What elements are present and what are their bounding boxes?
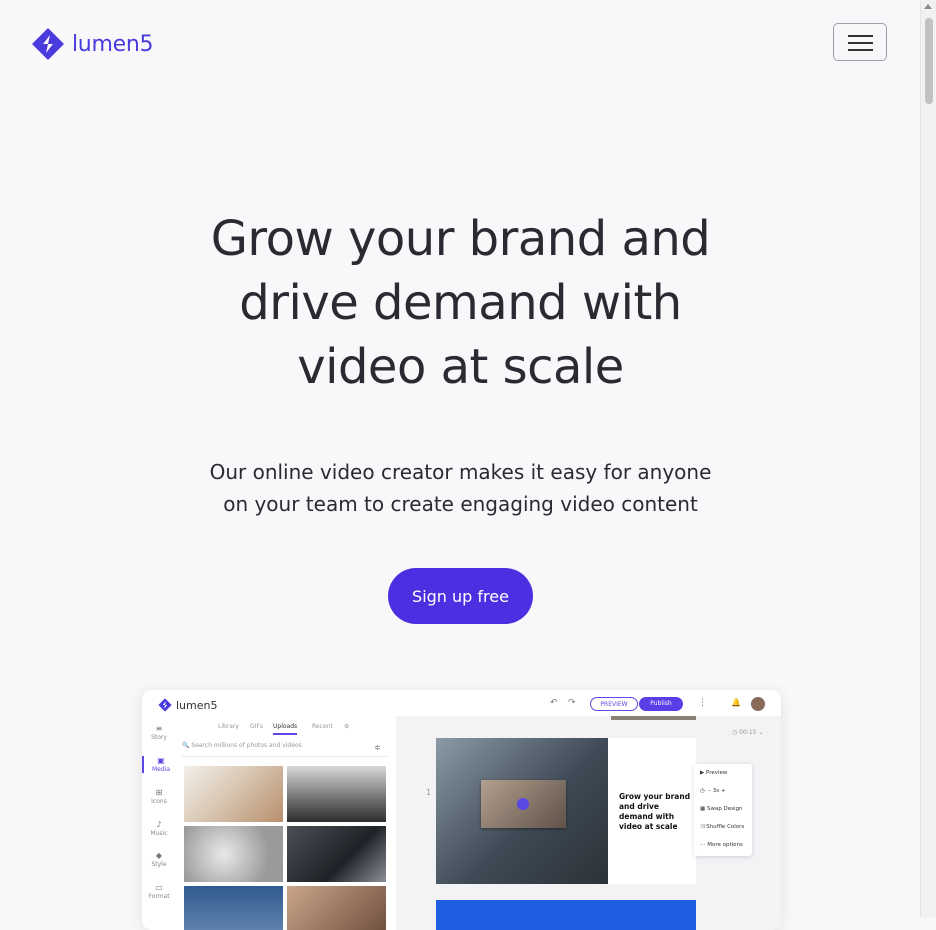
product-mockup: lumen5 ↶ ↷ PREVIEW Publish ⋮ 🔔 ≡ Story ▣ M… (142, 690, 781, 930)
avatar (751, 697, 765, 711)
filter-icon: ≑ (374, 743, 381, 752)
hero-title-line: Grow your brand and (210, 211, 711, 267)
mockup-tab-recent: Recent (312, 723, 333, 730)
sign-up-free-button[interactable]: Sign up free (388, 568, 533, 624)
ctx-preview: ▶ Preview (700, 770, 728, 776)
ctx-swap-design: ▦ Swap Design (700, 806, 743, 812)
ctx-more-options: ⋯ More options (700, 842, 743, 848)
ctx-duration: ◷ – 3s + (700, 788, 726, 794)
stepper-value: 3s (712, 788, 720, 794)
mockup-tab-uploads: Uploads (273, 723, 298, 735)
media-thumbnail (184, 766, 283, 822)
slide-text: Grow your brand and drive demand with vi… (619, 792, 691, 831)
mockup-sidebar-story: ≡ Story (142, 724, 176, 741)
previous-slide-strip (611, 716, 696, 720)
media-thumbnail (287, 766, 386, 822)
page-scrollbar[interactable] (920, 0, 936, 917)
hero-subtitle: Our online video creator makes it easy f… (0, 456, 921, 520)
sidebar-label: Music (150, 830, 168, 837)
slide-photo (436, 738, 608, 884)
sidebar-label: Story (151, 734, 167, 741)
scroll-thumb[interactable] (925, 18, 933, 104)
hero-title-line: video at scale (297, 339, 624, 395)
settings-icon: ⚙ (344, 723, 350, 730)
mockup-logo-text: lumen5 (176, 698, 218, 712)
mockup-tab-library: Library (218, 723, 239, 730)
hero-title-line: drive demand with (239, 275, 682, 331)
ctx-label: Preview (705, 770, 728, 776)
ctx-shuffle-colors: ⤨ Shuffle Colors (700, 824, 745, 830)
sidebar-label: Icons (151, 798, 167, 805)
media-icon: ▣ (157, 756, 165, 765)
sidebar-label: Format (148, 893, 170, 900)
undo-icon: ↶ (550, 698, 558, 708)
lumen5-logo[interactable]: lumen5 (31, 27, 153, 61)
search-placeholder: Search millions of photos and videos (191, 742, 302, 749)
story-icon: ≡ (155, 724, 163, 733)
hero-subtitle-line: Our online video creator makes it easy f… (209, 460, 712, 484)
lumen5-logo-icon (32, 28, 64, 60)
slide-number: 1 (426, 788, 432, 797)
bell-icon: 🔔 (731, 698, 741, 707)
logo-text: lumen5 (72, 31, 154, 57)
mockup-sidebar-icons: ⊞ Icons (142, 788, 176, 805)
mockup-preview-button: PREVIEW (590, 697, 638, 711)
hero-title: Grow your brand and drive demand with vi… (0, 207, 921, 399)
media-thumbnail (287, 826, 386, 882)
icons-icon: ⊞ (155, 788, 163, 797)
mockup-logo-icon (158, 698, 172, 712)
media-thumbnail (287, 886, 386, 930)
mockup-sidebar-media: ▣ Media (142, 756, 178, 773)
mockup-sidebar-format: ▭ Format (142, 883, 176, 900)
hamburger-icon-bar (848, 42, 873, 44)
ctx-label: Shuffle Colors (706, 824, 745, 830)
mockup-logo: lumen5 (158, 698, 217, 712)
hamburger-icon-bar (848, 49, 873, 51)
hamburger-icon (848, 35, 873, 37)
mockup-sidebar-style: ◆ Style (142, 851, 176, 868)
mockup-slide: Grow your brand and drive demand with vi… (436, 738, 696, 884)
sidebar-label: Media (151, 766, 171, 773)
media-thumbnail (184, 886, 283, 930)
mockup-context-menu: ▶ Preview ◷ – 3s + ▦ Swap Design ⤨ Shuff… (694, 764, 752, 856)
duration-label: ◷ 00:15 ⌄ (732, 729, 764, 736)
redo-icon: ↷ (568, 698, 576, 708)
hero-subtitle-line: on your team to create engaging video co… (223, 492, 698, 516)
slide-inset-video (481, 780, 566, 828)
navbar-toggle-button[interactable] (833, 23, 887, 61)
more-vertical-icon: ⋮ (698, 698, 707, 708)
mockup-publish-button: Publish (639, 697, 683, 711)
mockup-tab-gifs: GIFs (250, 723, 263, 730)
media-thumbnail (184, 826, 283, 882)
ctx-label: Swap Design (706, 806, 743, 812)
search-icon: 🔍 (182, 742, 190, 749)
scroll-up-arrow-icon[interactable] (924, 4, 932, 9)
duration-value: 00:15 (739, 729, 757, 736)
mockup-search-field: 🔍 Search millions of photos and videos (182, 742, 387, 757)
music-icon: ♪ (156, 820, 162, 829)
style-icon: ◆ (155, 851, 163, 860)
mockup-sidebar-music: ♪ Music (142, 820, 176, 837)
next-slide-thumbnail (436, 900, 696, 930)
sidebar-label: Style (151, 861, 167, 868)
format-icon: ▭ (155, 883, 163, 892)
play-icon (517, 798, 529, 810)
ctx-label: More options (707, 842, 743, 848)
